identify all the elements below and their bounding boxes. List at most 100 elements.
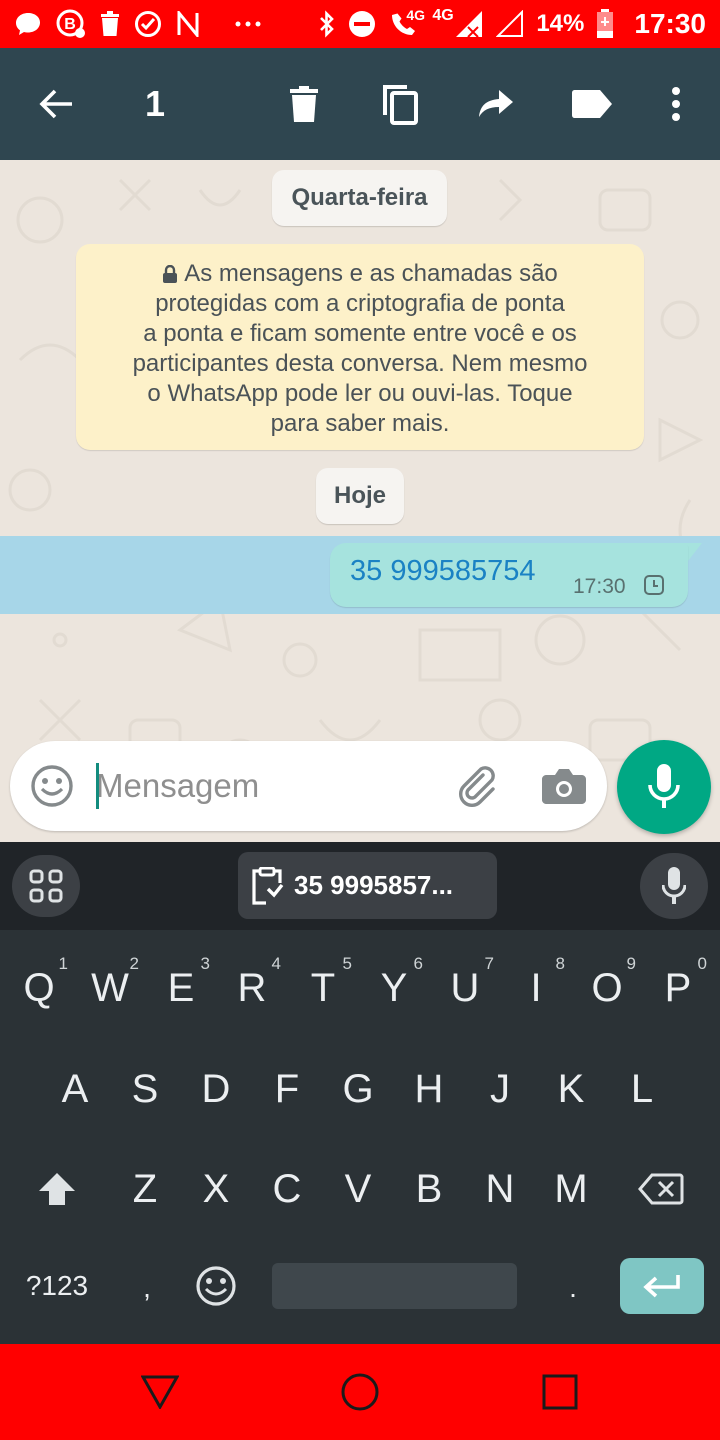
encryption-line-4: participantes desta conversa. Nem mesmo: [132, 350, 588, 377]
outgoing-message-bubble[interactable]: 35 999585754 17:30: [330, 543, 688, 607]
navigation-bar: [0, 1344, 720, 1440]
copy-button[interactable]: [370, 48, 430, 160]
overflow-menu-icon: [672, 87, 680, 121]
date-chip-wednesday: Quarta-feira: [272, 170, 447, 226]
date-chip-today: Hoje: [316, 468, 404, 524]
do-not-disturb-icon: [348, 9, 376, 39]
backspace-icon: [638, 1173, 684, 1205]
emoji-icon[interactable]: [30, 764, 74, 808]
message-time: 17:30: [573, 575, 626, 598]
message-composer: [10, 741, 607, 831]
svg-text:B: B: [64, 16, 76, 33]
key-j[interactable]: J: [465, 1049, 535, 1129]
key-l[interactable]: L: [607, 1049, 677, 1129]
key-t[interactable]: T5: [288, 948, 358, 1028]
attach-clip-icon[interactable]: [453, 761, 499, 807]
back-button[interactable]: [20, 48, 92, 160]
status-time: 17:30: [634, 8, 706, 39]
key-w[interactable]: W2: [75, 948, 145, 1028]
copy-icon: [383, 85, 418, 125]
encryption-line-2: protegidas com a criptografia de ponta: [155, 290, 565, 317]
message-input[interactable]: [96, 759, 436, 813]
nav-recents-button[interactable]: [505, 1344, 615, 1440]
shift-icon: [39, 1173, 75, 1205]
key-q[interactable]: Q1: [4, 948, 74, 1028]
clipboard-suggestion-chip[interactable]: 35 9995857...: [238, 852, 497, 919]
period-key[interactable]: .: [538, 1248, 608, 1328]
key-d[interactable]: D: [181, 1049, 251, 1129]
key-i[interactable]: I8: [501, 948, 571, 1028]
signal-icon: 4G: [432, 7, 484, 39]
wifi-calling-icon: 4G: [388, 7, 426, 39]
bluetooth-icon: [318, 9, 336, 39]
clipboard-suggestion-text: 35 9995857...: [294, 870, 454, 900]
space-bar[interactable]: [272, 1263, 517, 1309]
back-arrow-icon: [39, 89, 72, 119]
shift-key[interactable]: [22, 1149, 92, 1229]
more-dots-icon: [234, 9, 262, 39]
encryption-line-6: para saber mais.: [270, 410, 450, 437]
keyboard-menu-button[interactable]: [12, 855, 80, 917]
forward-icon: [479, 90, 513, 117]
selected-count: 1: [144, 83, 166, 124]
delete-button[interactable]: [274, 48, 334, 160]
overflow-menu-button[interactable]: [656, 48, 696, 160]
key-m[interactable]: M: [536, 1149, 606, 1229]
backspace-key[interactable]: [626, 1149, 696, 1229]
key-c[interactable]: C: [252, 1149, 322, 1229]
enter-arrow-icon: [643, 1275, 680, 1298]
battery-icon: [596, 9, 614, 39]
grid-icon: [29, 869, 63, 903]
keyboard-suggestion-strip: 35 9995857...: [0, 842, 720, 930]
key-e[interactable]: E3: [146, 948, 216, 1028]
encryption-notice[interactable]: As mensagens e as chamadas são protegida…: [76, 244, 644, 450]
network-label: 4G: [406, 7, 426, 23]
signal-empty-icon: [496, 9, 524, 39]
trash-icon: [100, 9, 120, 39]
encryption-line-5: o WhatsApp pode ler ou ouvi-las. Toque: [147, 380, 573, 407]
key-x[interactable]: X: [181, 1149, 251, 1229]
network-label-2: 4G: [432, 7, 454, 24]
keyboard-emoji-icon: [196, 1266, 236, 1306]
nav-back-button[interactable]: [105, 1344, 215, 1440]
keyboard-voice-button[interactable]: [640, 853, 708, 919]
comma-key[interactable]: ,: [112, 1248, 182, 1328]
key-g[interactable]: G: [323, 1049, 393, 1129]
key-v[interactable]: V: [323, 1149, 393, 1229]
label-button[interactable]: [562, 48, 622, 160]
key-y[interactable]: Y6: [359, 948, 429, 1028]
battery-percent: 14%: [536, 10, 585, 37]
key-n[interactable]: N: [465, 1149, 535, 1229]
voice-message-button[interactable]: [617, 740, 711, 834]
chat-area[interactable]: Quarta-feira As mensagens e as chamadas …: [0, 160, 720, 842]
pending-clock-icon: [644, 575, 664, 595]
key-r[interactable]: R4: [217, 948, 287, 1028]
nav-recents-square-icon: [542, 1374, 578, 1410]
key-o[interactable]: O9: [572, 948, 642, 1028]
message-text[interactable]: 35 999585754: [350, 555, 535, 588]
check-circle-icon: [134, 9, 162, 39]
forward-button[interactable]: [466, 48, 526, 160]
key-k[interactable]: K: [536, 1049, 606, 1129]
key-a[interactable]: A: [40, 1049, 110, 1129]
delete-icon: [290, 86, 318, 122]
emoji-key[interactable]: [181, 1246, 251, 1326]
mic-icon: [648, 764, 680, 808]
encryption-line-1: As mensagens e as chamadas são: [100, 259, 620, 289]
key-f[interactable]: F: [252, 1049, 322, 1129]
key-h[interactable]: H: [394, 1049, 464, 1129]
nav-home-circle-icon: [341, 1373, 379, 1411]
symbols-key[interactable]: ?123: [20, 1246, 94, 1326]
key-z[interactable]: Z: [110, 1149, 180, 1229]
enter-key[interactable]: [620, 1258, 704, 1314]
status-bar: B 4G 4G 14% 17:30: [0, 0, 720, 48]
key-u[interactable]: U7: [430, 948, 500, 1028]
key-p[interactable]: P0: [643, 948, 713, 1028]
key-s[interactable]: S: [110, 1049, 180, 1129]
camera-icon[interactable]: [542, 767, 586, 805]
nav-back-triangle-icon: [141, 1375, 179, 1409]
key-b[interactable]: B: [394, 1149, 464, 1229]
nav-home-button[interactable]: [305, 1344, 415, 1440]
n-logo-icon: [176, 9, 200, 39]
chat-bubble-icon: [14, 9, 42, 39]
